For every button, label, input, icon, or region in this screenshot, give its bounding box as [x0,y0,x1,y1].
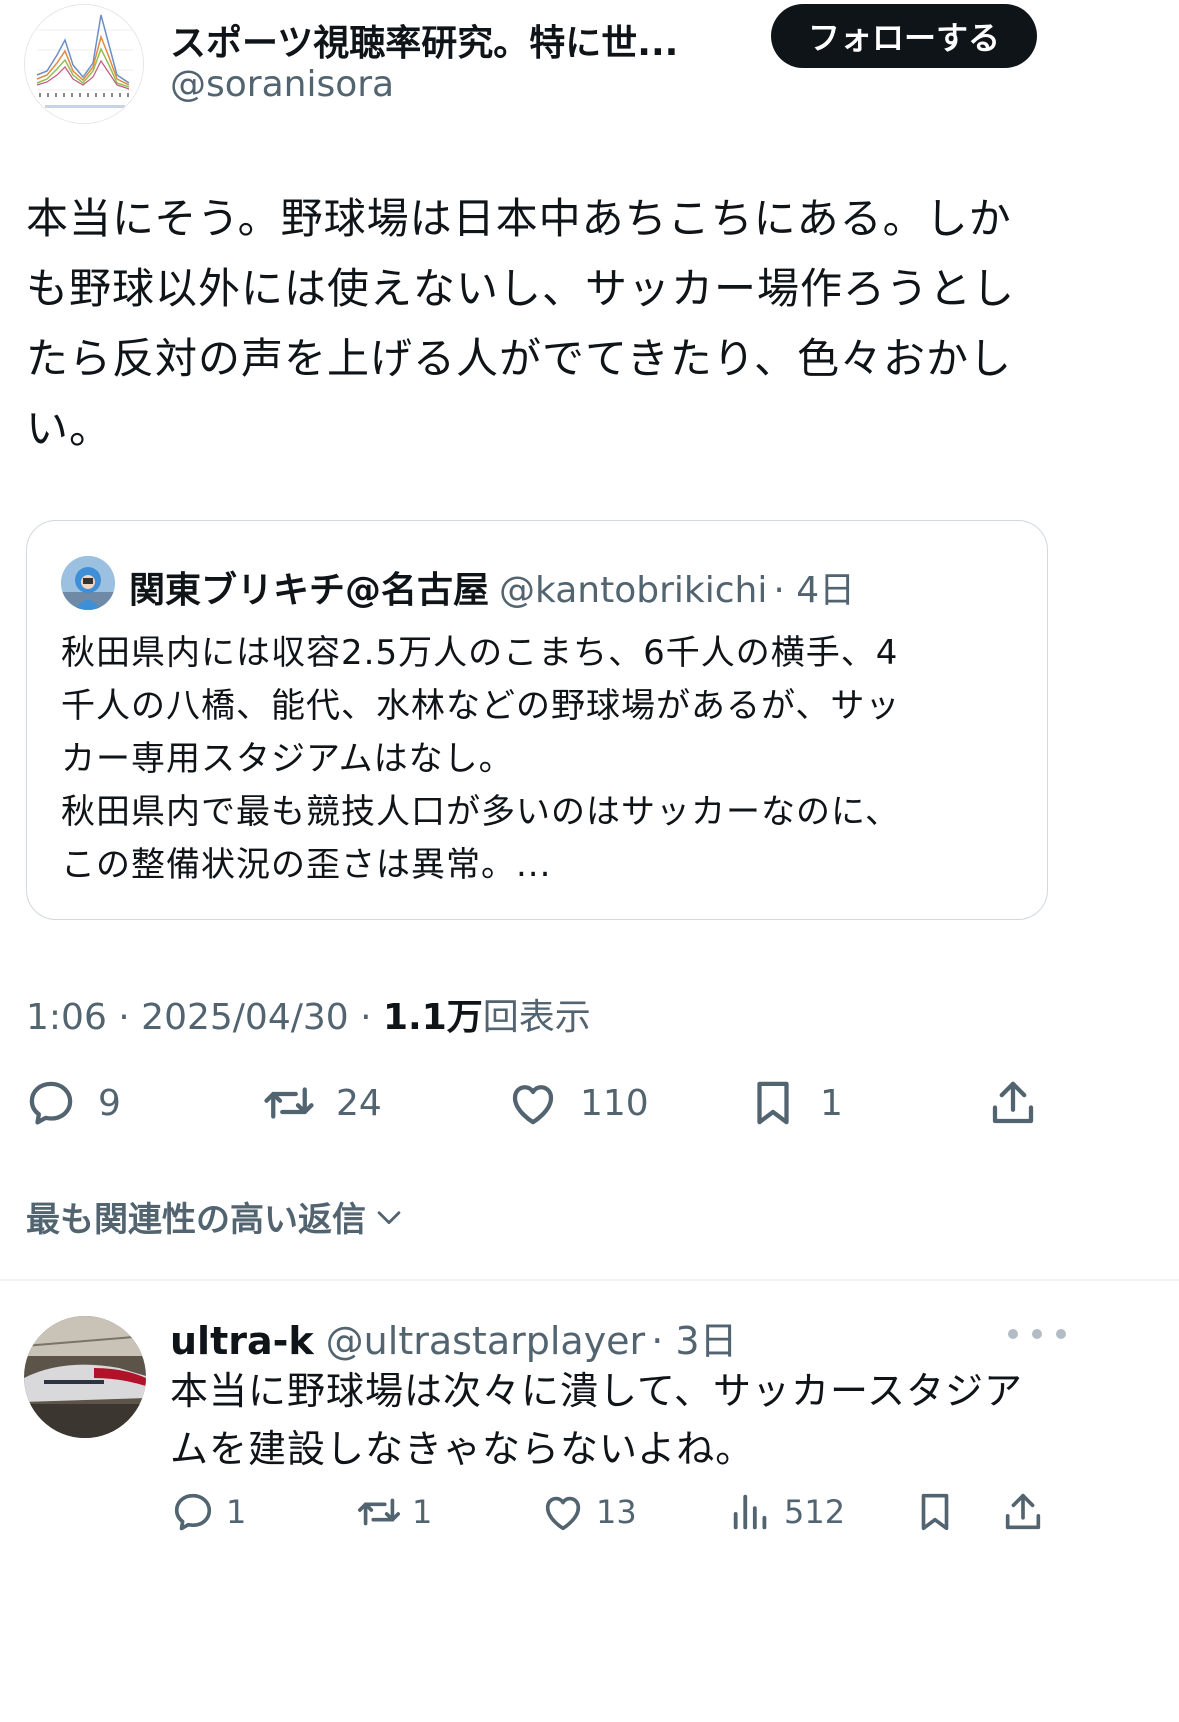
bookmark-icon [921,1493,949,1531]
bookmark-icon [757,1081,789,1125]
like-icon [545,1496,581,1531]
view-label: 回表示 [482,997,591,1038]
like-count: 110 [580,1082,649,1124]
quote-author-avatar[interactable] [61,556,115,610]
tweet-text-line: い。 [26,404,113,453]
reply-retweet-button[interactable]: 1 [356,1480,432,1544]
view-count: 1.1万 [383,997,483,1038]
share-button[interactable] [986,1068,1040,1138]
retweet-icon [358,1498,400,1526]
reply-author-handle[interactable]: @ultrastarplayer [326,1319,646,1363]
tweet-author-row: スポーツ視聴率研究。特に世... @soranisora フォローする [24,4,1037,124]
views-icon [733,1494,767,1530]
author-avatar[interactable] [24,4,144,124]
quote-text: 秋田県内には収容2.5万人のこまち、6千人の横手、4 千人の八橋、能代、水林など… [61,627,1021,892]
quote-author-handle[interactable]: @kantobrikichi [499,570,767,611]
reply-button[interactable]: 9 [24,1068,121,1138]
tweet-text-line: たら反対の声を上げる人がでてきたり、色々おかし [26,334,1013,383]
quote-text-line: この整備状況の歪さは異常。... [61,845,552,885]
tweet-timestamp: 1:06 · 2025/04/30 · 1.1万回表示 [26,988,591,1040]
reply-retweet-count: 1 [412,1493,433,1531]
bookmark-button[interactable]: 1 [746,1068,843,1138]
reply-action-bar: 1 1 13 512 [0,1480,1060,1544]
reply-bookmark-button[interactable] [912,1480,958,1544]
quote-text-line: 秋田県内で最も競技人口が多いのはサッカーなのに、 [61,792,900,832]
tweet-time[interactable]: 1:06 · 2025/04/30 · [26,997,383,1038]
retweet-count: 24 [336,1082,382,1124]
reply-count: 9 [98,1082,121,1124]
reply-icon [174,1493,212,1531]
reply-text: 本当に野球場は次々に潰して、サッカースタジア ムを建設しなきゃならないよね。 [170,1362,1050,1478]
reply-views-button[interactable]: 512 [728,1480,845,1544]
tweet-text: 本当にそう。野球場は日本中あちこちにある。しか も野球以外には使えないし、サッカ… [26,184,1036,464]
bookmark-count: 1 [820,1082,843,1124]
follow-button[interactable]: フォローする [771,4,1037,68]
retweet-button[interactable]: 24 [262,1068,382,1138]
like-icon [512,1085,554,1125]
quote-header: 関東ブリキチ@名古屋 @kantobrikichi · 4日 [129,561,855,613]
reply-sort-label: 最も関連性の高い返信 [26,1200,366,1240]
author-handle[interactable]: @soranisora [170,64,394,105]
reply-author-name[interactable]: ultra-k [170,1319,314,1363]
reply-icon [29,1081,73,1125]
reply-text-line: 本当に野球場は次々に潰して、サッカースタジア [170,1369,1024,1413]
section-divider [0,1279,1179,1281]
quote-text-line: カー専用スタジアムはなし。 [61,739,514,779]
chevron-down-icon [377,1210,401,1224]
like-button[interactable]: 110 [506,1068,649,1138]
reply-header: ultra-k @ultrastarplayer · 3日 [170,1310,738,1365]
reply-like-button[interactable]: 13 [540,1480,637,1544]
quote-author-name[interactable]: 関東ブリキチ@名古屋 [129,570,489,611]
reply-like-count: 13 [596,1493,637,1531]
quote-avatar-image [61,556,115,610]
tweet-text-line: も野球以外には使えないし、サッカー場作ろうとし [26,264,1016,313]
retweet-icon [264,1087,314,1119]
share-icon [1005,1493,1041,1530]
share-icon [992,1081,1034,1124]
reply-reply-button[interactable]: 1 [170,1480,246,1544]
tweet-text-line: 本当にそう。野球場は日本中あちこちにある。しか [26,194,1012,243]
reply-reply-count: 1 [226,1493,247,1531]
more-icon[interactable] [1002,1328,1072,1340]
reply-author-avatar[interactable] [24,1316,146,1438]
quoted-tweet-card[interactable]: 関東ブリキチ@名古屋 @kantobrikichi · 4日 秋田県内には収容2.5… [26,520,1048,920]
quote-text-line: 千人の八橋、能代、水林などの野球場があるが、サッ [61,686,901,726]
author-name[interactable]: スポーツ視聴率研究。特に世... [170,14,730,66]
reply-share-button[interactable] [1000,1480,1046,1544]
avatar-chart-image [25,5,143,123]
quote-text-line: 秋田県内には収容2.5万人のこまち、6千人の横手、4 [61,633,899,673]
reply-views-count: 512 [784,1493,846,1531]
quote-time: · 4日 [773,570,856,611]
tweet-action-bar: 9 24 110 1 [0,1068,1060,1138]
reply-text-line: ムを建設しなきゃならないよね。 [170,1427,755,1471]
reply-avatar-image [24,1316,146,1438]
reply-time: · 3日 [651,1319,738,1363]
reply-sort-selector[interactable]: 最も関連性の高い返信 [26,1192,406,1241]
